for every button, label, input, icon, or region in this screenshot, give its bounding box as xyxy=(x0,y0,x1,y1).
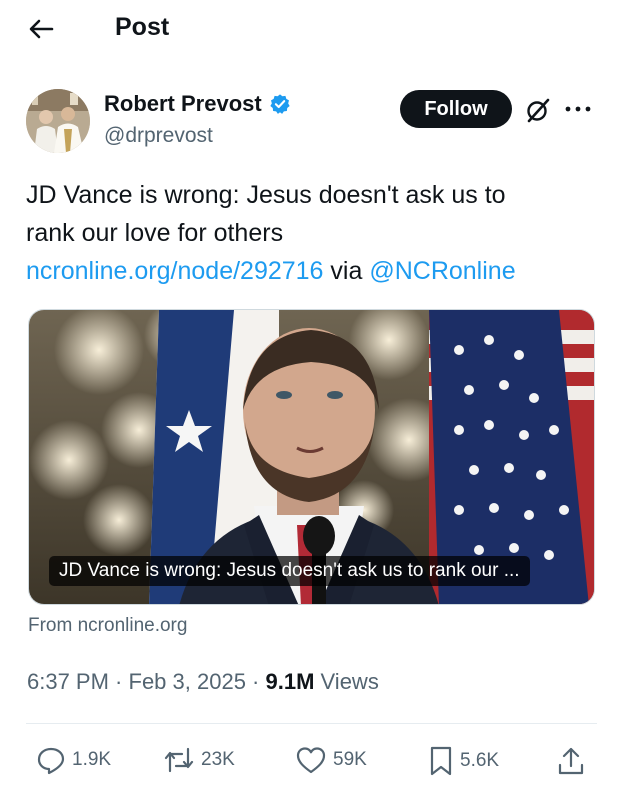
back-button[interactable] xyxy=(26,14,56,44)
avatar[interactable] xyxy=(26,89,90,153)
tweet-link[interactable]: ncronline.org/node/292716 xyxy=(26,257,323,285)
bookmark-icon xyxy=(430,746,452,776)
repost-icon xyxy=(164,747,194,773)
tweet-link-line: ncronline.org/node/292716 via @NCRonline xyxy=(26,252,601,290)
tweet-text: JD Vance is wrong: Jesus doesn't ask us … xyxy=(26,176,601,290)
meta-separator: · xyxy=(108,669,129,694)
heart-icon xyxy=(296,747,326,774)
more-dots-icon xyxy=(565,106,591,112)
verified-badge-icon xyxy=(270,94,290,114)
post-meta: 6:37 PM · Feb 3, 2025 · 9.1M Views xyxy=(27,669,379,695)
repost-button[interactable]: 23K xyxy=(163,745,235,775)
link-card-image[interactable]: JD Vance is wrong: Jesus doesn't ask us … xyxy=(28,309,595,605)
via-text: via xyxy=(323,257,370,285)
more-options-button[interactable] xyxy=(563,96,593,122)
author-handle[interactable]: @drprevost xyxy=(104,124,213,148)
views-count[interactable]: 9.1M xyxy=(266,669,315,694)
share-button[interactable] xyxy=(556,745,586,777)
post-time[interactable]: 6:37 PM xyxy=(27,669,109,694)
reply-button[interactable]: 1.9K xyxy=(36,745,111,775)
meta-separator: · xyxy=(245,669,266,694)
reply-count: 1.9K xyxy=(72,749,112,770)
tweet-text-line: JD Vance is wrong: Jesus doesn't ask us … xyxy=(26,181,506,209)
like-button[interactable]: 59K xyxy=(295,745,367,775)
link-card-source[interactable]: From ncronline.org xyxy=(28,615,187,637)
tweet-text-line: rank our love for others xyxy=(26,219,284,247)
link-card-caption: JD Vance is wrong: Jesus doesn't ask us … xyxy=(49,556,530,586)
top-bar: Post xyxy=(0,0,623,58)
grok-button[interactable] xyxy=(524,96,552,124)
author-name-row[interactable]: Robert Prevost xyxy=(104,91,291,117)
author-display-name[interactable]: Robert Prevost xyxy=(104,91,262,117)
reply-icon xyxy=(37,747,65,775)
divider xyxy=(26,723,597,724)
page-title: Post xyxy=(115,13,170,41)
repost-count: 23K xyxy=(201,749,235,770)
arrow-left-icon xyxy=(29,19,54,39)
bookmark-button[interactable]: 5.6K xyxy=(428,745,499,777)
via-mention-link[interactable]: @NCRonline xyxy=(369,257,515,285)
bookmark-count: 5.6K xyxy=(460,750,500,771)
share-icon xyxy=(558,747,584,775)
grok-icon xyxy=(527,98,550,123)
like-count: 59K xyxy=(333,749,367,770)
follow-button[interactable]: Follow xyxy=(400,90,512,128)
action-bar: 1.9K 23K 59K 5.6K xyxy=(0,745,623,785)
post-date[interactable]: Feb 3, 2025 xyxy=(129,669,246,694)
views-label: Views xyxy=(314,669,379,694)
